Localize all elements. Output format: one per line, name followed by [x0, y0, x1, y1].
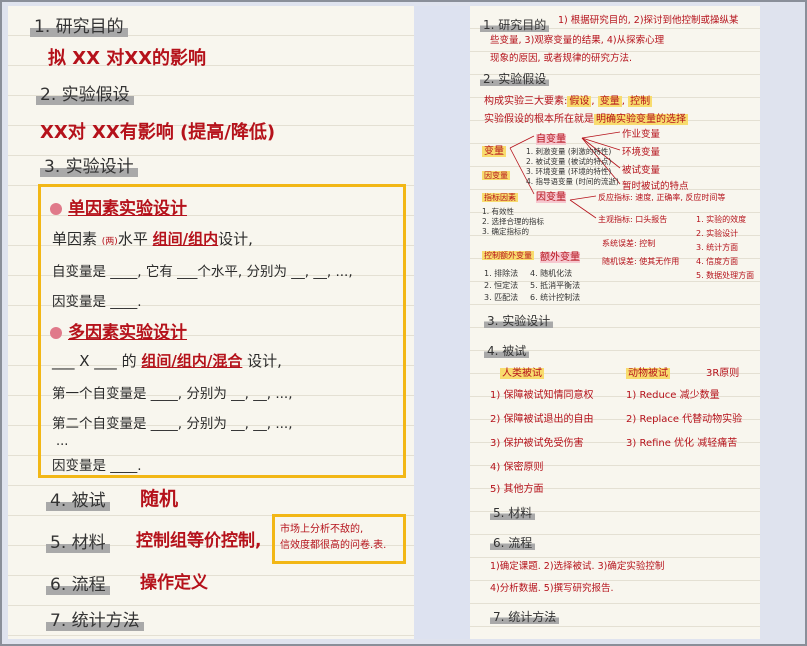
dv-note-1: 反应指标: 速度, 正确率, 反应时间等	[598, 193, 726, 202]
r-section-7-heading: 7. 统计方法	[490, 608, 560, 625]
ctrl-2: 2. 恒定法	[484, 281, 519, 290]
ethics-5: 5) 其他方面	[490, 484, 544, 495]
iv-sub-4: 4. 指导语变量 (时间的流逝)	[526, 177, 619, 186]
bullet-dot-icon	[50, 203, 62, 215]
dv-note-2: 主观指标: 口头报告	[598, 215, 668, 224]
r-section-6-heading: 6. 流程	[490, 534, 536, 551]
r-section-4-heading: 4. 被试	[484, 342, 530, 359]
extra-var: 额外变量	[540, 252, 580, 263]
ctrl-5: 5. 抵消平衡法	[530, 281, 581, 290]
cat-3: 被试变量	[622, 165, 661, 176]
section-6-heading: 6. 流程	[46, 570, 110, 595]
extra-note-2: 随机误差: 使其无作用	[602, 257, 680, 266]
ind-label: 因变量	[482, 171, 510, 180]
section-6-body: 操作定义	[140, 573, 208, 593]
control-label: 控制额外变量	[482, 251, 534, 260]
r1-body-1: 1) 根据研究目的, 2)探讨到他控制或操纵某	[558, 15, 739, 26]
design-list-3: 3. 统计方面	[696, 243, 739, 252]
multi-factor-line-1: ___ X ___ 的 组间/组内/混合 设计,	[52, 352, 282, 370]
page-gutter	[414, 6, 470, 639]
design-list-5: 5. 数据处理方面	[696, 271, 755, 280]
dependent-var: 因变量	[536, 192, 566, 203]
section-4-body: 随机	[140, 488, 179, 510]
cat-4: 暂时被试的特点	[622, 181, 689, 192]
design-list-1: 1. 实验的效度	[696, 215, 747, 224]
r2-line-2: 实验假设的根本所在就是 明确实验变量的选择	[484, 114, 688, 125]
multi-factor-line-2: 第一个自变量是 ____, 分别为 __, __, ...,	[52, 386, 293, 402]
flow-line-1: 1)确定课题. 2)选择被试. 3)确定实验控制	[490, 561, 665, 572]
ethics-4: 4) 保密原则	[490, 462, 544, 473]
animal-3: 3) Refine 优化 减轻痛苦	[626, 438, 738, 449]
multi-factor-title: 多因素实验设计	[50, 318, 187, 343]
ctrl-3: 3. 匹配法	[484, 293, 519, 302]
ethics-2: 2) 保障被试退出的自由	[490, 414, 594, 425]
single-factor-line-1: 单因素 (两)水平 组间/组内设计,	[52, 230, 253, 248]
ethics-3: 3) 保护被试免受伤害	[490, 438, 584, 449]
multi-factor-line-5: 因变量是 ____.	[52, 458, 142, 474]
multi-factor-line-3: 第二个自变量是 ____, 分别为 __, __, ...,	[52, 416, 293, 432]
section-5-body: 控制组等价控制,	[136, 531, 262, 551]
design-list-2: 2. 实验设计	[696, 229, 739, 238]
ctrl-1: 1. 排除法	[484, 269, 519, 278]
animal-3r: 3R原则	[706, 368, 740, 379]
design-list-4: 4. 信度方面	[696, 257, 739, 266]
measure-3: 3. 确定指标的	[482, 227, 530, 236]
animal-subjects-label: 动物被试	[626, 368, 670, 379]
measure-label: 指标因素	[482, 193, 518, 202]
cat-1: 作业变量	[622, 129, 661, 140]
r1-body-2: 些变量, 3)观察变量的结果, 4)从探索心理	[490, 35, 665, 46]
single-factor-line-3: 因变量是 ____.	[52, 294, 142, 310]
r-section-1-heading: 1. 研究目的	[480, 16, 550, 33]
left-page: 1. 研究目的 拟 XX 对XX的影响 2. 实验假设 XX对 XX有影响 (提…	[8, 6, 414, 639]
materials-note-line-1: 市场上分析不敌的,	[280, 524, 364, 535]
ctrl-4: 4. 随机化法	[530, 269, 573, 278]
materials-note-line-2: 信效度都很高的问卷.表.	[280, 540, 387, 551]
single-factor-title: 单因素实验设计	[50, 194, 187, 219]
extra-note-1: 系统误差: 控制	[602, 239, 656, 248]
section-1-heading: 1. 研究目的	[30, 12, 128, 37]
ethics-1: 1) 保障被试知情同意权	[490, 390, 594, 401]
ctrl-6: 6. 统计控制法	[530, 293, 581, 302]
cat-2: 环境变量	[622, 147, 661, 158]
bullet-dot-icon	[50, 327, 62, 339]
var-label: 变量	[482, 146, 506, 157]
flow-line-2: 4)分析数据. 5)撰写研究报告.	[490, 583, 614, 594]
multi-factor-line-4: ...	[56, 434, 69, 449]
section-5-heading: 5. 材料	[46, 528, 110, 553]
animal-2: 2) Replace 代替动物实验	[626, 414, 743, 425]
r2-line-1: 构成实验三大要素: 假设, 变量, 控制	[484, 96, 653, 107]
section-4-heading: 4. 被试	[46, 486, 110, 511]
human-subjects-label: 人类被试	[500, 368, 544, 379]
section-1-body: 拟 XX 对XX的影响	[48, 48, 207, 69]
section-2-body: XX对 XX有影响 (提高/降低)	[40, 122, 276, 143]
r1-body-3: 现象的原因, 或者规律的研究方法.	[490, 53, 633, 64]
section-7-heading: 7. 统计方法	[46, 606, 144, 631]
single-factor-line-2: 自变量是 ____, 它有 ___个水平, 分别为 __, __, ...,	[52, 264, 353, 280]
right-page: 1. 研究目的 1) 根据研究目的, 2)探讨到他控制或操纵某 些变量, 3)观…	[470, 6, 760, 639]
animal-1: 1) Reduce 减少数量	[626, 390, 720, 401]
r-section-5-heading: 5. 材料	[490, 504, 536, 521]
section-3-heading: 3. 实验设计	[40, 152, 138, 177]
r-section-2-heading: 2. 实验假设	[480, 70, 550, 87]
section-2-heading: 2. 实验假设	[36, 80, 134, 105]
r-section-3-heading: 3. 实验设计	[484, 312, 554, 329]
independent-var: 自变量	[536, 134, 566, 145]
